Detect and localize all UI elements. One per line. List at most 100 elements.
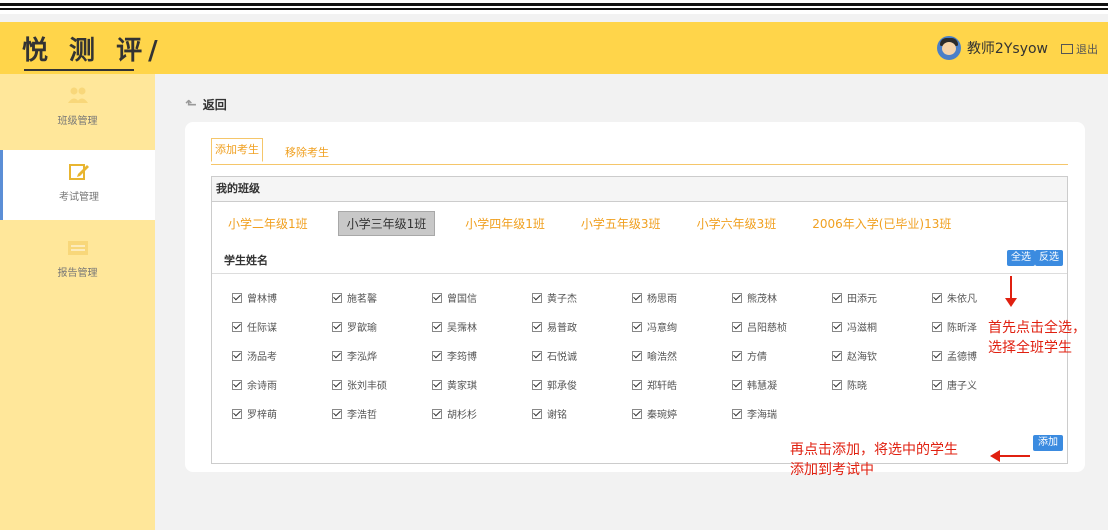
student-checkbox[interactable]: 杨思雨 [632,290,677,305]
student-checkbox[interactable]: 朱依凡 [932,290,977,305]
student-checkbox[interactable]: 田添元 [832,290,877,305]
checkbox-checked-icon[interactable] [732,322,742,332]
student-checkbox[interactable]: 赵海钦 [832,348,877,363]
checkbox-checked-icon[interactable] [332,409,342,419]
checkbox-checked-icon[interactable] [532,409,542,419]
checkbox-checked-icon[interactable] [632,380,642,390]
student-checkbox[interactable]: 余诗雨 [232,377,277,392]
sidebar-item-class-management[interactable]: 班级管理 [0,74,155,144]
checkbox-checked-icon[interactable] [832,293,842,303]
student-name: 施茗馨 [347,294,377,305]
student-checkbox[interactable]: 曾国信 [432,290,477,305]
sidebar-item-report-management[interactable]: 报告管理 [0,226,155,296]
checkbox-checked-icon[interactable] [632,322,642,332]
class-item[interactable]: 小学四年级1班 [459,211,551,236]
checkbox-checked-icon[interactable] [932,351,942,361]
student-checkbox[interactable]: 喻浩然 [632,348,677,363]
app-logo[interactable]: 悦 测 评/ [22,30,164,71]
select-all-button[interactable]: 全选 [1007,250,1035,266]
student-checkbox[interactable]: 谢铭 [532,406,567,421]
checkbox-checked-icon[interactable] [932,293,942,303]
student-checkbox[interactable]: 韩慧凝 [732,377,777,392]
checkbox-checked-icon[interactable] [432,351,442,361]
student-checkbox[interactable]: 吕阳慈桢 [732,319,787,334]
student-name: 黄子杰 [547,294,577,305]
student-name: 李海瑞 [747,410,777,421]
student-checkbox[interactable]: 唐子义 [932,377,977,392]
checkbox-checked-icon[interactable] [532,351,542,361]
checkbox-checked-icon[interactable] [232,293,242,303]
student-checkbox[interactable]: 李海瑞 [732,406,777,421]
student-checkbox[interactable]: 陈晓 [832,377,867,392]
student-checkbox[interactable]: 方倩 [732,348,767,363]
checkbox-checked-icon[interactable] [732,351,742,361]
student-checkbox[interactable]: 李浩哲 [332,406,377,421]
checkbox-checked-icon[interactable] [232,380,242,390]
student-name: 李泓烨 [347,352,377,363]
student-checkbox[interactable]: 汤品考 [232,348,277,363]
checkbox-checked-icon[interactable] [332,293,342,303]
checkbox-checked-icon[interactable] [932,322,942,332]
checkbox-checked-icon[interactable] [332,380,342,390]
checkbox-checked-icon[interactable] [832,351,842,361]
tab-remove-examinee[interactable]: 移除考生 [285,144,329,160]
student-checkbox[interactable]: 施茗馨 [332,290,377,305]
student-checkbox[interactable]: 吴霈林 [432,319,477,334]
student-checkbox[interactable]: 冯意绚 [632,319,677,334]
checkbox-checked-icon[interactable] [232,351,242,361]
checkbox-checked-icon[interactable] [532,322,542,332]
student-checkbox[interactable]: 胡杉杉 [432,406,477,421]
checkbox-checked-icon[interactable] [532,293,542,303]
checkbox-checked-icon[interactable] [332,351,342,361]
student-checkbox[interactable]: 张刘丰硕 [332,377,387,392]
checkbox-checked-icon[interactable] [732,293,742,303]
student-checkbox[interactable]: 易普政 [532,319,577,334]
checkbox-checked-icon[interactable] [432,380,442,390]
student-checkbox[interactable]: 郭承俊 [532,377,577,392]
tab-add-examinee[interactable]: 添加考生 [211,138,263,162]
student-checkbox[interactable]: 孟德博 [932,348,977,363]
checkbox-checked-icon[interactable] [732,380,742,390]
student-checkbox[interactable]: 任际谋 [232,319,277,334]
checkbox-checked-icon[interactable] [532,380,542,390]
user-menu[interactable]: 教师2Ysyow [936,36,1048,60]
back-button[interactable]: ⬑ 返回 [185,96,227,113]
class-item-selected[interactable]: 小学三年级1班 [337,211,436,236]
add-button[interactable]: 添加 [1033,435,1063,451]
student-checkbox[interactable]: 陈昕泽 [932,319,977,334]
class-item[interactable]: 小学五年级3班 [575,211,667,236]
checkbox-checked-icon[interactable] [632,293,642,303]
student-checkbox[interactable]: 熊茂林 [732,290,777,305]
checkbox-checked-icon[interactable] [432,409,442,419]
class-item[interactable]: 2006年入学(已毕业)13班 [806,211,957,236]
class-item[interactable]: 小学六年级3班 [691,211,783,236]
checkbox-checked-icon[interactable] [832,380,842,390]
student-checkbox[interactable]: 黄子杰 [532,290,577,305]
student-checkbox[interactable]: 李筠博 [432,348,477,363]
student-checkbox[interactable]: 罗歆瑜 [332,319,377,334]
student-checkbox[interactable]: 罗梓萌 [232,406,277,421]
student-checkbox[interactable]: 秦琬婷 [632,406,677,421]
student-checkbox[interactable]: 李泓烨 [332,348,377,363]
student-checkbox[interactable]: 石悦诚 [532,348,577,363]
logout-button[interactable]: 退出 [1061,41,1098,57]
checkbox-checked-icon[interactable] [232,409,242,419]
student-checkbox[interactable]: 冯滋桐 [832,319,877,334]
student-checkbox[interactable]: 曾林博 [232,290,277,305]
checkbox-checked-icon[interactable] [832,322,842,332]
student-name: 方倩 [747,352,767,363]
sidebar-item-exam-management[interactable]: 考试管理 [0,150,155,220]
checkbox-checked-icon[interactable] [432,322,442,332]
student-checkbox[interactable]: 黄家琪 [432,377,477,392]
checkbox-checked-icon[interactable] [432,293,442,303]
checkbox-checked-icon[interactable] [632,409,642,419]
invert-selection-button[interactable]: 反选 [1035,250,1063,266]
checkbox-checked-icon[interactable] [632,351,642,361]
student-checkbox[interactable]: 郑轩皓 [632,377,677,392]
checkbox-checked-icon[interactable] [732,409,742,419]
checkbox-checked-icon[interactable] [332,322,342,332]
class-item[interactable]: 小学二年级1班 [222,211,314,236]
checkbox-checked-icon[interactable] [932,380,942,390]
checkbox-checked-icon[interactable] [232,322,242,332]
avatar [936,36,961,60]
